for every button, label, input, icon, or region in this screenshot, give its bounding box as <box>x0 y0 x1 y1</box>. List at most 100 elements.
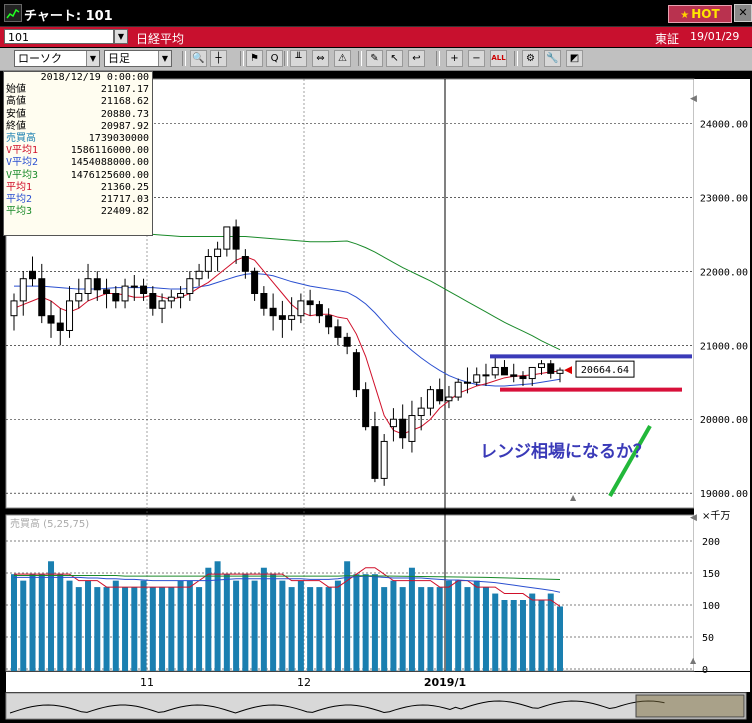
volume-bar <box>270 574 277 671</box>
hot-button[interactable]: ★ HOT <box>668 5 732 23</box>
toolbar-separator <box>182 51 186 66</box>
security-name: 日経平均 <box>136 32 185 46</box>
x-tick-label: 12 <box>297 676 311 689</box>
candle-body <box>241 256 249 272</box>
chevron-down-icon[interactable]: ▼ <box>114 29 128 44</box>
volume-bar <box>122 587 129 671</box>
scroll-up-icon: ◀ <box>690 94 697 104</box>
close-button[interactable]: ✕ <box>734 4 752 22</box>
volume-tick-label: 200 <box>702 537 720 548</box>
toolbar-separator <box>284 51 288 66</box>
chart-type-select[interactable]: ローソク ▼ <box>14 50 100 67</box>
candle-body <box>537 363 545 368</box>
volume-bar <box>473 580 480 671</box>
info-row: 始値 21107.17 <box>4 84 152 96</box>
compare-icon[interactable]: ⇔ <box>312 50 329 67</box>
color-icon[interactable]: ◩ <box>566 50 583 67</box>
info-date: 2018/12/19 0:00:00 <box>40 72 149 83</box>
chart-type-value: ローソク <box>18 52 62 65</box>
trendline-icon[interactable]: ⚑ <box>246 50 263 67</box>
volume-bar <box>214 561 221 671</box>
volume-tick-label: 100 <box>702 601 720 612</box>
axis-area <box>694 79 750 671</box>
info-label: 終値 <box>6 120 26 132</box>
search-chart-icon[interactable]: Q <box>266 50 283 67</box>
period-select[interactable]: 日足 ▼ <box>104 50 172 67</box>
scroll-marker-icon: ▲ <box>570 493 577 502</box>
chevron-down-icon: ▼ <box>86 51 99 66</box>
info-value: 1454088000.00 <box>70 157 149 169</box>
volume-bar <box>251 580 258 671</box>
candle-body <box>519 375 527 380</box>
volume-bar <box>149 587 156 671</box>
annotation-comment: レンジ相場になるか？ <box>480 441 650 462</box>
volume-bar <box>66 580 73 671</box>
info-row: 平均3 22409.82 <box>4 206 152 218</box>
redo-icon[interactable]: ↩ <box>408 50 425 67</box>
candle-body <box>121 285 129 302</box>
info-label: 平均2 <box>6 193 33 205</box>
window-title: チャート: 101 <box>24 9 113 24</box>
candle-body <box>214 248 222 258</box>
candle-body <box>547 363 555 374</box>
candle-body <box>426 389 434 409</box>
volume-bar <box>519 600 526 671</box>
info-value: 1476125600.00 <box>70 169 149 181</box>
volume-bar <box>399 587 406 671</box>
x-axis-area <box>6 672 750 692</box>
toolbar-separator <box>514 51 518 66</box>
crosshair-icon[interactable]: ┼ <box>210 50 227 67</box>
fixed-window-icon[interactable]: ╨ <box>290 50 307 67</box>
candle-body <box>556 369 564 374</box>
candle-body <box>204 256 212 272</box>
volume-bar <box>492 593 499 671</box>
info-value: 21168.62 <box>100 96 149 108</box>
candle-body <box>186 278 194 294</box>
scroll-up-icon: ◀ <box>690 513 697 523</box>
candle-body <box>47 315 55 324</box>
volume-bar <box>408 567 415 671</box>
x-tick-label: 2019/1 <box>424 676 466 689</box>
volume-bar <box>196 587 203 671</box>
volume-bar <box>288 587 295 671</box>
settings-icon[interactable]: ⚙ <box>522 50 539 67</box>
candle-body <box>315 304 323 317</box>
app-chart-icon <box>4 4 22 22</box>
title-bar[interactable]: チャート: 101 ★ HOT ✕ <box>0 0 752 27</box>
info-label: 平均1 <box>6 181 33 193</box>
info-label: 始値 <box>6 84 26 96</box>
cursor-icon[interactable]: ↖ <box>386 50 403 67</box>
security-code-input[interactable]: 101 <box>4 29 114 44</box>
volume-bar <box>501 600 508 671</box>
add-indicator-icon[interactable]: + <box>446 50 463 67</box>
price-tick-label: 19000.00 <box>700 489 748 500</box>
remove-indicator-icon[interactable]: − <box>468 50 485 67</box>
tool-icon[interactable]: 🔧 <box>544 50 561 67</box>
volume-bar <box>418 587 425 671</box>
draw-line-icon[interactable]: ✎ <box>366 50 383 67</box>
candle-body <box>417 407 425 417</box>
candle-body <box>380 440 388 479</box>
all-icon[interactable]: ALL <box>490 50 507 67</box>
candle-body <box>528 366 536 380</box>
volume-bar <box>334 580 341 671</box>
alert-icon[interactable]: ⚠ <box>334 50 351 67</box>
info-value: 21717.03 <box>100 193 149 205</box>
volume-bar <box>94 587 101 671</box>
candle-body <box>500 366 508 376</box>
info-value: 21107.17 <box>100 84 149 96</box>
info-value: 22409.82 <box>100 206 149 218</box>
volume-bar <box>260 567 267 671</box>
candle-body <box>408 415 416 442</box>
zoom-icon[interactable]: 🔍 <box>190 50 207 67</box>
info-row: 安値 20880.73 <box>4 109 152 121</box>
candle-body <box>232 226 240 250</box>
info-value: 1586116000.00 <box>70 145 149 157</box>
volume-bar <box>427 587 434 671</box>
info-value: 1739030000 <box>88 132 149 144</box>
volume-bar <box>177 580 184 671</box>
ohlc-info-panel: 2018/12/19 0:00:00 始値 21107.17 高値 21168.62 安… <box>3 71 153 236</box>
candle-body <box>29 270 37 280</box>
volume-bar <box>371 574 378 671</box>
candle-body <box>112 293 120 302</box>
